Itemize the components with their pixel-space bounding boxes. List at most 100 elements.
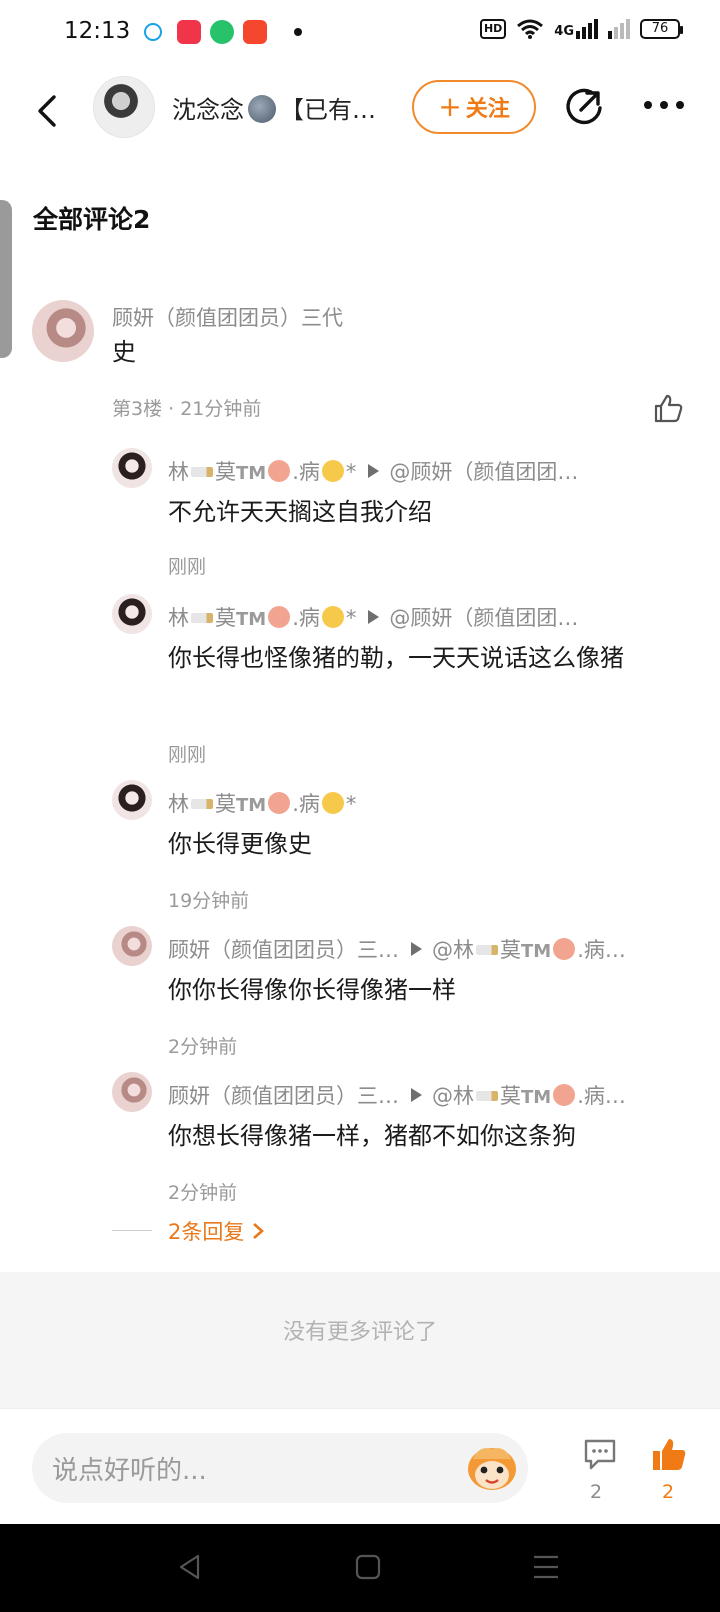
back-arrow-icon[interactable] (32, 94, 62, 128)
tm-mark: TM (521, 941, 552, 962)
comment-icon[interactable] (582, 1437, 618, 1471)
reply-to-target-3: .病… (577, 1084, 626, 1108)
nav-menu-icon[interactable] (532, 1554, 560, 1580)
net-type: 4G (554, 24, 574, 39)
hd-icon: HD (479, 19, 507, 39)
like-filled-icon[interactable] (650, 1435, 688, 1473)
wifi-icon (517, 19, 544, 39)
reply-name: 顾妍（颜值团团员）三… (168, 938, 399, 962)
sick-emoji-icon (268, 792, 291, 814)
comment-input[interactable]: 说点好听的... (32, 1433, 528, 1503)
reply-text: 你你长得像你长得像猪一样 (168, 976, 456, 1004)
system-nav-bar (0, 1524, 720, 1612)
cigarette-emoji-icon (476, 1091, 498, 1101)
commenter-avatar[interactable] (32, 300, 94, 362)
reply-to-arrow-icon (368, 464, 380, 478)
comment-count: 2 (590, 1481, 603, 1503)
nav-home-icon[interactable] (355, 1554, 381, 1580)
scroll-edge-handle[interactable] (0, 200, 12, 358)
reply-to-target-2: 莫 (500, 1084, 521, 1108)
update-app-icon (210, 20, 234, 44)
cigarette-emoji-icon (191, 799, 213, 809)
reply-name-2: 莫 (215, 792, 236, 816)
author-name[interactable]: 沈念念 【已有… (172, 90, 376, 125)
status-right: HD 4G 76 (479, 18, 683, 40)
reply-name-2: 莫 (215, 460, 236, 484)
more-icon[interactable] (642, 96, 686, 114)
reply-to-arrow-icon (411, 942, 422, 956)
reply-name-3: .病 (292, 460, 320, 484)
dizzy-emoji-icon (321, 792, 344, 814)
tm-mark: TM (236, 463, 267, 484)
comment-input-bar: 说点好听的... 2 2 (0, 1408, 720, 1524)
reply-name-suffix: * (345, 460, 357, 484)
share-icon[interactable] (563, 86, 605, 128)
reply-to-target-3: .病… (577, 938, 626, 962)
reply-to-target-2: 莫 (500, 938, 521, 962)
reply-text: 不允许天天搁这自我介绍 (168, 498, 432, 526)
reply-name-suffix: * (345, 792, 357, 816)
reply-to-target: @林 (432, 1084, 474, 1108)
dizzy-emoji-icon (321, 460, 344, 482)
follow-label: 关注 (465, 97, 510, 122)
sick-emoji-icon (268, 606, 291, 628)
reply-header[interactable]: 林 莫TM .病 * (168, 788, 356, 818)
divider (112, 1230, 152, 1231)
reply-to-target: @顾妍（颜值团团… (389, 606, 579, 630)
tm-mark: TM (236, 795, 267, 816)
reply-to-arrow-icon (368, 610, 380, 624)
reply-text: 你长得更像史 (168, 830, 312, 858)
battery-icon: 76 (640, 19, 683, 39)
shop-app-icon (243, 20, 267, 44)
reply-to-arrow-icon (411, 1088, 422, 1102)
reply-avatar[interactable] (112, 448, 152, 488)
thumbs-up-icon[interactable] (652, 392, 684, 424)
reply-header[interactable]: 顾妍（颜值团团员）三… @林 莫TM .病… (168, 934, 626, 964)
reply-time: 2分钟前 (168, 1036, 238, 1058)
reply-name: 顾妍（颜值团团员）三… (168, 1084, 399, 1108)
reply-header[interactable]: 林 莫TM .病 * @顾妍（颜值团团… (168, 602, 578, 632)
top-nav: 沈念念 【已有… + 关注 (0, 70, 720, 150)
mascot-emoji-icon[interactable] (465, 1443, 519, 1493)
reply-time: 刚刚 (168, 744, 207, 766)
comment-meta: 第3楼 · 21分钟前 (112, 398, 262, 420)
comment-text: 史 (112, 338, 136, 366)
plus-icon: + (438, 90, 462, 123)
signal-4g-icon: 4G (554, 19, 598, 39)
reply-name-2: 莫 (215, 606, 236, 630)
cigarette-emoji-icon (476, 945, 498, 955)
commenter-name[interactable]: 顾妍（颜值团团员）三代 (112, 302, 343, 332)
author-name-main: 沈念念 (172, 96, 244, 124)
reply-name-3: .病 (292, 606, 320, 630)
reply-avatar[interactable] (112, 594, 152, 634)
cigarette-emoji-icon (191, 613, 213, 623)
reply-name: 林 (168, 606, 189, 630)
sick-emoji-icon (553, 938, 576, 960)
section-title: 全部评论2 (33, 205, 151, 234)
dizzy-emoji-icon (321, 606, 344, 628)
tm-mark: TM (236, 609, 267, 630)
author-name-tail: 【已有… (280, 96, 376, 124)
dot-icon (294, 28, 302, 36)
author-avatar[interactable] (93, 76, 155, 138)
sick-emoji-icon (553, 1084, 576, 1106)
signal-weak-icon (608, 19, 630, 39)
music-app-icon (177, 20, 201, 44)
reply-header[interactable]: 顾妍（颜值团团员）三… @林 莫TM .病… (168, 1080, 626, 1110)
nav-back-icon[interactable] (176, 1552, 204, 1582)
reply-name: 林 (168, 460, 189, 484)
reply-time: 刚刚 (168, 556, 207, 578)
reply-text: 你长得也怪像猪的勒，一天天说话这么像猪 (168, 644, 624, 672)
reply-name-suffix: * (345, 606, 357, 630)
reply-time: 19分钟前 (168, 890, 250, 912)
reply-header[interactable]: 林 莫TM .病 * @顾妍（颜值团团… (168, 456, 578, 486)
reply-avatar[interactable] (112, 780, 152, 820)
reply-text: 你想长得像猪一样，猪都不如你这条狗 (168, 1122, 576, 1150)
search-app-icon (144, 23, 162, 41)
reply-name-3: .病 (292, 792, 320, 816)
clock: 12:13 (64, 18, 131, 44)
reply-avatar[interactable] (112, 926, 152, 966)
more-replies-link[interactable]: 2条回复 (168, 1216, 265, 1246)
follow-button[interactable]: + 关注 (412, 80, 536, 134)
reply-avatar[interactable] (112, 1072, 152, 1112)
